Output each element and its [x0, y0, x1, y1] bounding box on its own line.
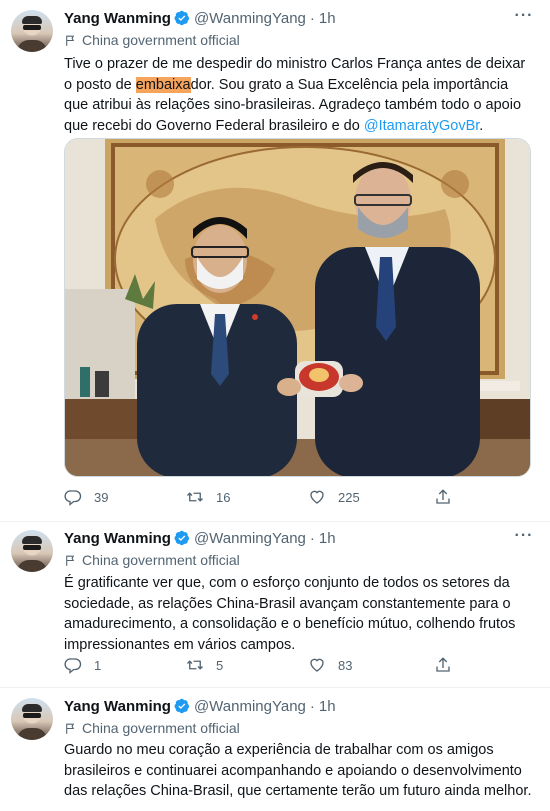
more-options-icon[interactable]: ···: [514, 8, 534, 30]
reply-count: 39: [94, 489, 109, 505]
author-name[interactable]: Yang Wanming: [64, 10, 171, 27]
account-label[interactable]: China government official: [82, 32, 240, 48]
reply-icon: [64, 488, 82, 506]
government-flag-icon: [64, 34, 77, 47]
reply-icon: [64, 656, 82, 674]
tweet-text: Guardo no meu coração a experiência de t…: [64, 742, 532, 799]
verified-badge-icon: [174, 10, 190, 26]
government-flag-icon: [64, 722, 77, 735]
author-handle[interactable]: @WanmingYang: [194, 530, 306, 547]
reply-button[interactable]: 39: [64, 488, 108, 506]
separator: ·: [309, 529, 315, 547]
retweet-count: 16: [216, 489, 231, 505]
separator: ·: [309, 697, 315, 715]
retweet-button[interactable]: 16: [186, 488, 230, 506]
share-icon: [434, 656, 452, 674]
tweet[interactable]: Yang Wanming @WanmingYang · 1h ··· China…: [0, 522, 550, 688]
timestamp[interactable]: 1h: [319, 698, 336, 715]
avatar[interactable]: [11, 698, 53, 740]
reply-count: 1: [94, 657, 102, 673]
timestamp[interactable]: 1h: [319, 10, 336, 27]
share-icon: [434, 488, 452, 506]
tweet[interactable]: Yang Wanming @WanmingYang · 1h ··· China…: [0, 0, 550, 522]
share-button[interactable]: [434, 488, 464, 506]
retweet-button[interactable]: 5: [186, 656, 226, 674]
account-label[interactable]: China government official: [82, 720, 240, 736]
reply-button[interactable]: 1: [64, 656, 104, 674]
government-flag-icon: [64, 554, 77, 567]
avatar[interactable]: [11, 530, 53, 572]
author-handle[interactable]: @WanmingYang: [194, 10, 306, 27]
like-button[interactable]: 225: [308, 488, 360, 506]
tweet-text: Tive o prazer de me despedir do ministro…: [64, 56, 526, 134]
retweet-icon: [186, 656, 204, 674]
tweet-text: É gratificante ver que, com o esforço co…: [64, 575, 516, 653]
more-options-icon[interactable]: ···: [514, 528, 534, 550]
author-name[interactable]: Yang Wanming: [64, 698, 171, 715]
like-button[interactable]: 83: [308, 656, 352, 674]
heart-icon: [308, 488, 326, 506]
verified-badge-icon: [174, 530, 190, 546]
tweet-photo[interactable]: [64, 138, 531, 477]
verified-badge-icon: [174, 698, 190, 714]
highlighted-text: embaixa: [135, 76, 191, 93]
like-count: 225: [338, 489, 360, 505]
author-name[interactable]: Yang Wanming: [64, 530, 171, 547]
photo-image: [65, 139, 530, 476]
retweet-count: 5: [216, 657, 224, 673]
share-button[interactable]: [434, 656, 464, 674]
heart-icon: [308, 656, 326, 674]
mention-link[interactable]: @ItamaratyGovBr: [364, 118, 479, 134]
retweet-icon: [186, 488, 204, 506]
tweet[interactable]: Yang Wanming @WanmingYang · 1h China gov…: [0, 688, 550, 811]
like-count: 83: [338, 657, 353, 673]
timestamp[interactable]: 1h: [319, 530, 336, 547]
separator: ·: [309, 9, 315, 27]
account-label[interactable]: China government official: [82, 552, 240, 568]
avatar[interactable]: [11, 10, 53, 52]
author-handle[interactable]: @WanmingYang: [194, 698, 306, 715]
